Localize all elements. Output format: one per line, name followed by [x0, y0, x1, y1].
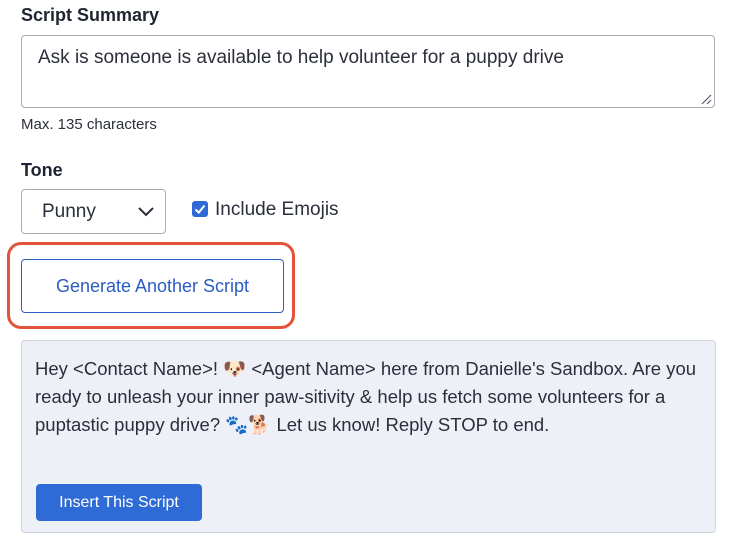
include-emojis-label[interactable]: Include Emojis — [215, 199, 339, 221]
generate-another-script-button[interactable]: Generate Another Script — [21, 259, 284, 313]
resize-handle-icon[interactable] — [700, 93, 712, 105]
script-summary-value: Ask is someone is available to help volu… — [38, 47, 564, 68]
tone-selected-value: Punny — [42, 201, 96, 222]
script-generator-panel: Script Summary Ask is someone is availab… — [0, 0, 736, 548]
script-summary-label: Script Summary — [21, 5, 160, 25]
include-emojis-checkbox[interactable] — [192, 201, 208, 217]
insert-this-script-button[interactable]: Insert This Script — [36, 484, 202, 521]
tone-label: Tone — [21, 160, 63, 180]
checkmark-icon — [194, 204, 206, 214]
character-limit-hint: Max. 135 characters — [21, 116, 157, 133]
tone-select[interactable]: Punny — [21, 189, 166, 234]
generated-script-text: Hey <Contact Name>! 🐶 <Agent Name> here … — [35, 358, 697, 435]
generated-script-card: Hey <Contact Name>! 🐶 <Agent Name> here … — [21, 340, 716, 533]
script-summary-textarea[interactable]: Ask is someone is available to help volu… — [21, 35, 715, 108]
chevron-down-icon — [138, 207, 154, 217]
